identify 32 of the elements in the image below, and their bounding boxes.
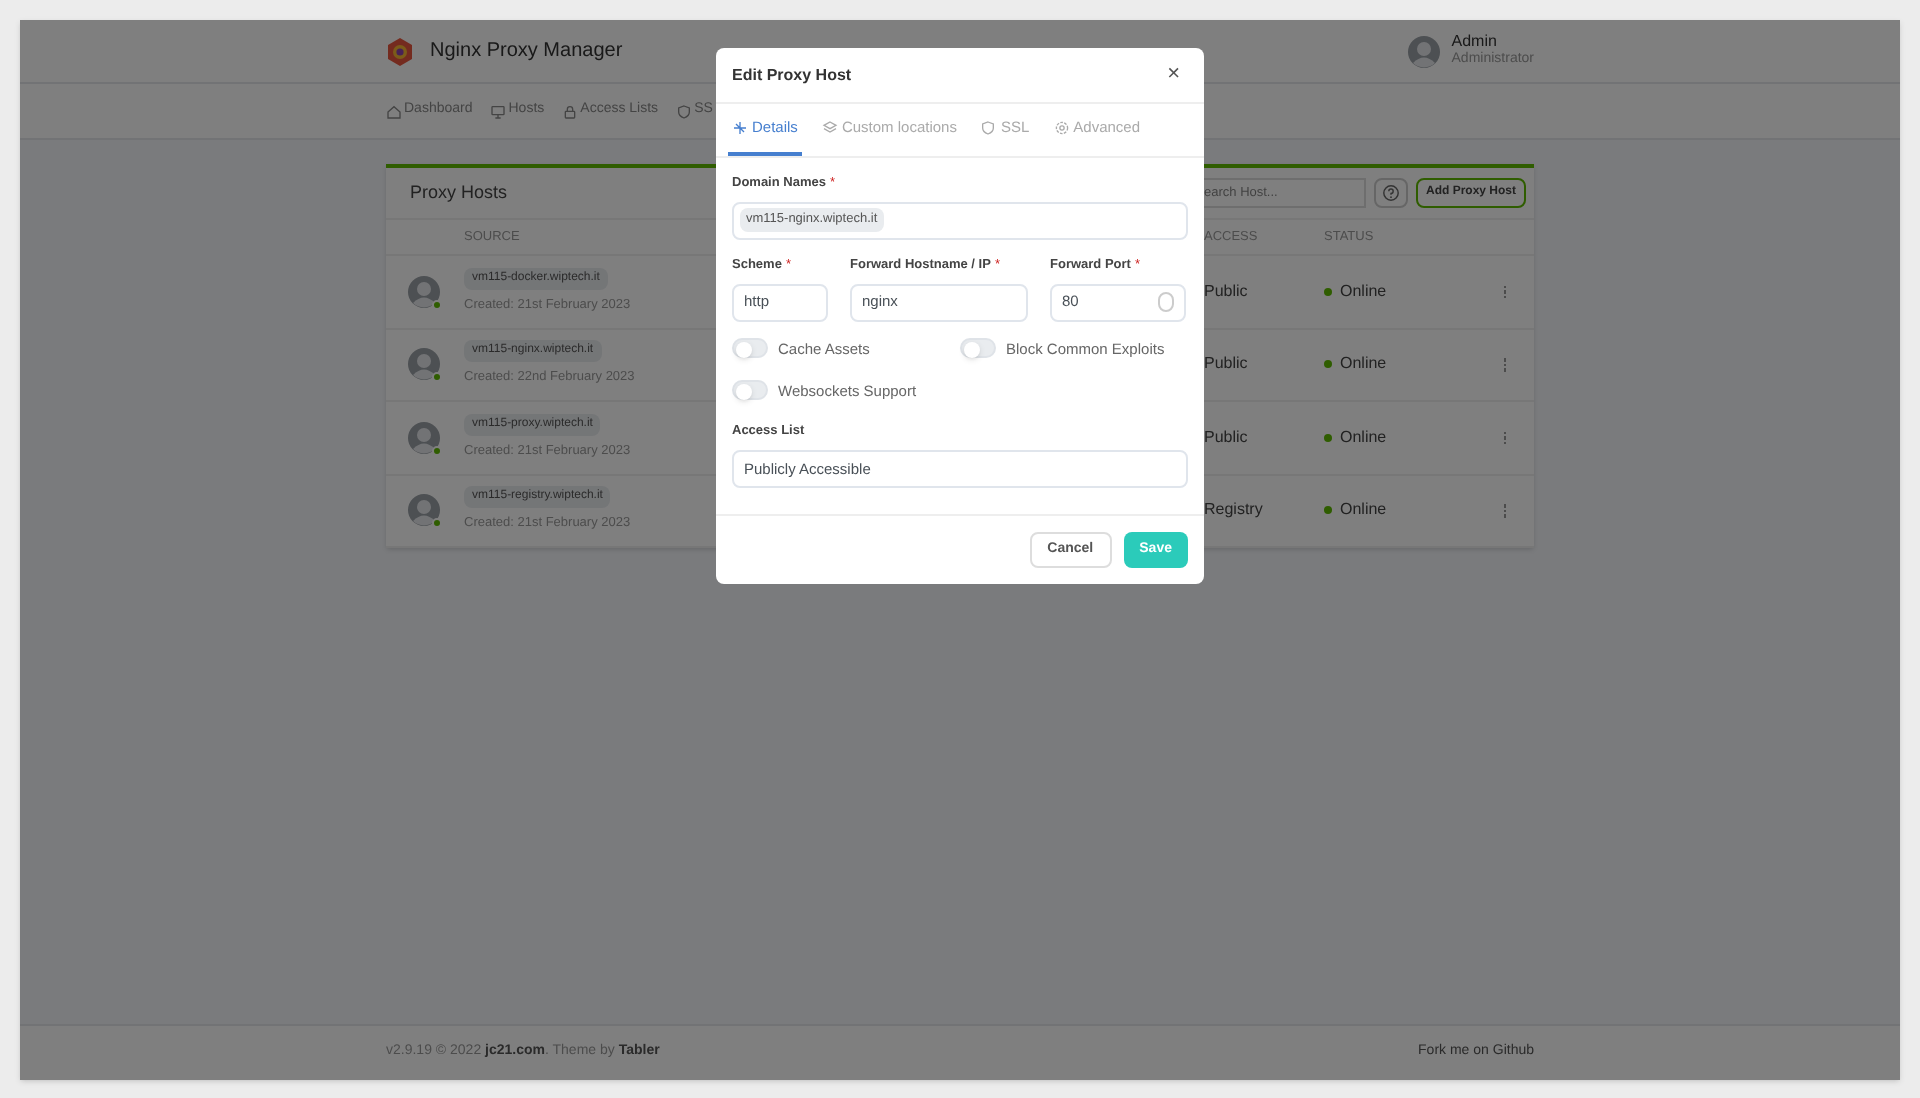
access-value: Registry — [1204, 498, 1265, 523]
shield-icon — [980, 120, 997, 136]
sparkle-icon — [732, 120, 748, 136]
toggle-switch[interactable] — [732, 380, 768, 401]
house-icon — [386, 103, 402, 119]
access-value: Public — [1204, 352, 1250, 377]
help-button[interactable] — [1374, 178, 1408, 208]
lock-icon — [562, 103, 579, 119]
avatar-icon — [408, 275, 440, 308]
access-value: Public — [1204, 425, 1250, 450]
monitor-icon — [490, 103, 507, 119]
dialog-title: Edit Proxy Host — [732, 63, 852, 87]
card-title: Proxy Hosts — [410, 179, 508, 206]
status-text: Online — [1340, 352, 1387, 377]
app-title: Nginx Proxy Manager — [430, 38, 623, 66]
avatar-icon — [408, 494, 440, 527]
close-button[interactable]: × — [1159, 64, 1188, 86]
status-text: Online — [1340, 425, 1387, 450]
toggle-switch[interactable] — [960, 338, 996, 359]
logo-icon — [386, 37, 414, 65]
status-text: Online — [1340, 279, 1387, 304]
avatar-icon — [408, 348, 440, 381]
toggle-switch[interactable] — [732, 338, 768, 359]
layers-icon — [821, 120, 838, 136]
access-value: Public — [1204, 279, 1250, 304]
gear-icon — [1053, 120, 1070, 136]
help-icon — [1382, 184, 1400, 202]
user-name: Admin — [1451, 32, 1499, 51]
status-text: Online — [1340, 498, 1387, 523]
avatar-icon — [408, 421, 440, 454]
shield-icon — [676, 103, 693, 119]
avatar-icon — [1407, 35, 1440, 67]
